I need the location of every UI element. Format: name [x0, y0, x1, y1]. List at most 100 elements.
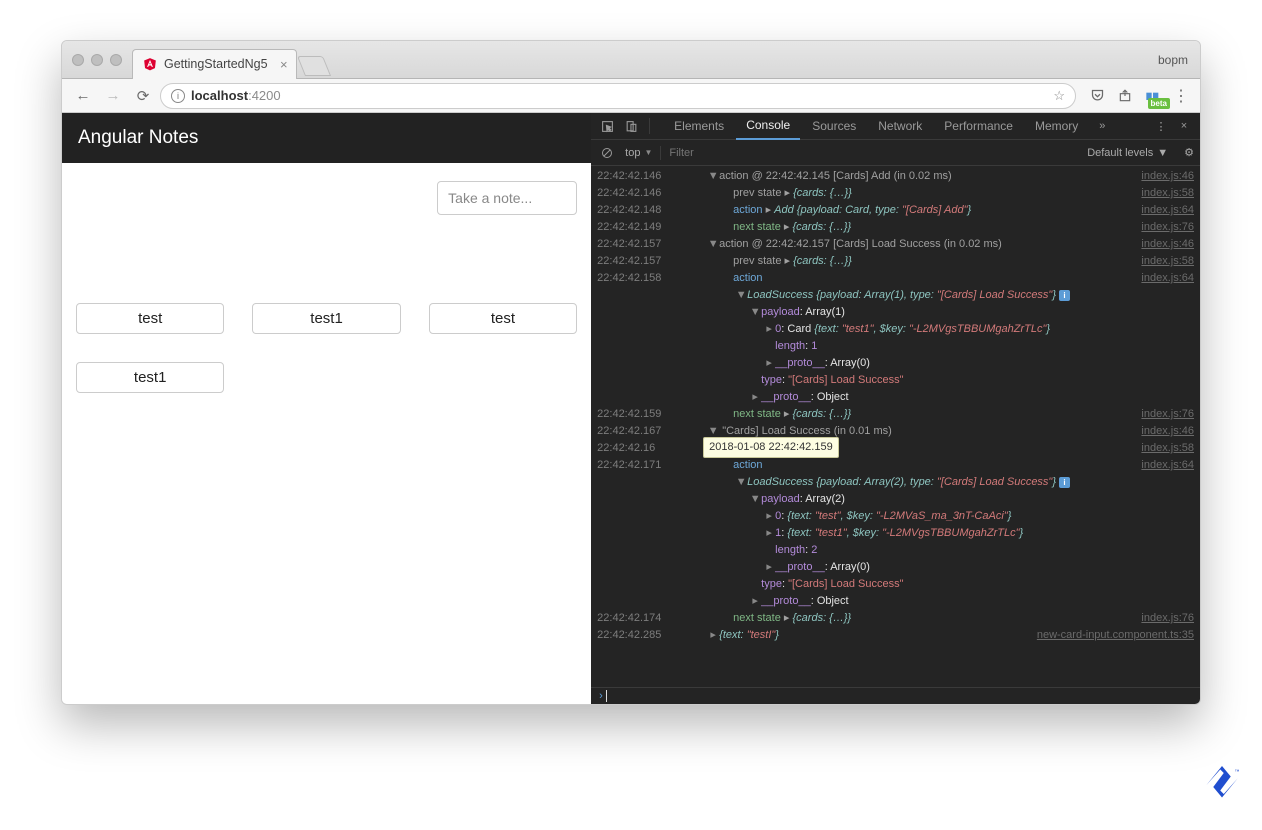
console-line[interactable]: 22:42:42.16 …}}index.js:58 [591, 440, 1200, 457]
console-line[interactable]: ▸__proto__: Object [591, 593, 1200, 610]
expand-arrow-icon[interactable]: ▼ [707, 168, 719, 185]
reload-button[interactable]: ⟳ [130, 84, 156, 108]
expand-arrow-icon[interactable]: ▸ [763, 321, 775, 338]
note-card[interactable]: test1 [252, 303, 400, 334]
more-tabs-icon[interactable]: » [1092, 116, 1112, 136]
console-line[interactable]: ▼payload: Array(1) [591, 304, 1200, 321]
devtools-tab-performance[interactable]: Performance [934, 113, 1023, 140]
console-line[interactable]: ▸0: Card {text: "test1", $key: "-L2MVgsT… [591, 321, 1200, 338]
svg-text:™: ™ [1235, 769, 1240, 775]
site-info-icon[interactable]: i [171, 89, 185, 103]
source-link[interactable]: index.js:76 [1131, 219, 1194, 236]
expand-arrow-icon[interactable]: ▼ [749, 491, 761, 508]
expand-arrow-icon[interactable]: ▼ [749, 304, 761, 321]
minimize-window-button[interactable] [91, 54, 103, 66]
console-line[interactable]: 22:42:42.167▼ "Cards] Load Success (in 0… [591, 423, 1200, 440]
devtools-menu-icon[interactable]: ⋮ [1152, 116, 1170, 136]
expand-arrow-icon[interactable]: ▼ [735, 287, 747, 304]
console-line[interactable]: ▸__proto__: Array(0) [591, 559, 1200, 576]
devtools-tab-memory[interactable]: Memory [1025, 113, 1088, 140]
source-link[interactable]: index.js:76 [1131, 406, 1194, 423]
source-link[interactable]: index.js:46 [1131, 423, 1194, 440]
console-line[interactable]: ▼LoadSuccess {payload: Array(2), type: "… [591, 474, 1200, 491]
close-window-button[interactable] [72, 54, 84, 66]
source-link[interactable]: index.js:64 [1131, 202, 1194, 219]
console-line[interactable]: 22:42:42.148action ▸ Add {payload: Card,… [591, 202, 1200, 219]
console-line[interactable]: type: "[Cards] Load Success" [591, 576, 1200, 593]
clear-console-icon[interactable] [597, 143, 617, 163]
source-link[interactable]: index.js:64 [1131, 457, 1194, 474]
forward-button[interactable]: → [100, 84, 126, 108]
console-line[interactable]: 22:42:42.146prev state ▸ {cards: {…}}ind… [591, 185, 1200, 202]
source-link[interactable]: index.js:64 [1131, 270, 1194, 287]
console-line[interactable]: 22:42:42.171actionindex.js:64 [591, 457, 1200, 474]
source-link[interactable]: new-card-input.component.ts:35 [1027, 627, 1194, 644]
console-line[interactable]: ▸__proto__: Object [591, 389, 1200, 406]
console-line[interactable]: 22:42:42.285▸{text: "testI"}new-card-inp… [591, 627, 1200, 644]
share-icon[interactable] [1114, 85, 1136, 107]
devtools-tab-elements[interactable]: Elements [664, 113, 734, 140]
expand-arrow-icon[interactable]: ▸ [749, 389, 761, 406]
source-link[interactable]: index.js:58 [1131, 253, 1194, 270]
console-line[interactable]: length: 1 [591, 338, 1200, 355]
filter-input[interactable] [669, 147, 739, 159]
inspect-icon[interactable] [597, 116, 617, 136]
menu-icon[interactable]: ⋮ [1170, 85, 1192, 107]
devtools-close-icon[interactable]: × [1174, 116, 1194, 136]
console-line[interactable]: ▼payload: Array(2) [591, 491, 1200, 508]
console-line[interactable]: ▸1: {text: "test1", $key: "-L2MVgsTBBUMg… [591, 525, 1200, 542]
extension-icon[interactable]: beta [1142, 85, 1164, 107]
source-link[interactable]: index.js:58 [1131, 185, 1194, 202]
note-card[interactable]: test1 [76, 362, 224, 393]
source-link[interactable]: index.js:58 [1131, 440, 1194, 457]
console-output[interactable]: 22:42:42.146▼action @ 22:42:42.145 [Card… [591, 166, 1200, 687]
log-levels-selector[interactable]: Default levels▼ [1087, 147, 1168, 159]
star-icon[interactable]: ☆ [1053, 88, 1065, 104]
browser-tab[interactable]: GettingStartedNg5 × [132, 49, 297, 79]
source-link[interactable]: index.js:46 [1131, 236, 1194, 253]
profile-name[interactable]: bopm [1158, 53, 1188, 67]
back-button[interactable]: ← [70, 84, 96, 108]
console-line[interactable]: 22:42:42.149next state ▸ {cards: {…}}ind… [591, 219, 1200, 236]
source-link[interactable]: index.js:76 [1131, 610, 1194, 627]
tab-close-icon[interactable]: × [280, 57, 288, 72]
note-card[interactable]: test [76, 303, 224, 334]
pocket-icon[interactable] [1086, 85, 1108, 107]
log-timestamp: 22:42:42.159 [597, 406, 699, 423]
note-card[interactable]: test [429, 303, 577, 334]
log-timestamp [597, 542, 699, 559]
source-link[interactable]: index.js:46 [1131, 168, 1194, 185]
note-input[interactable] [437, 181, 577, 215]
expand-arrow-icon[interactable]: ▼ [707, 236, 719, 253]
expand-arrow-icon[interactable]: ▼ [735, 474, 747, 491]
devtools-tab-console[interactable]: Console [736, 113, 800, 140]
expand-arrow-icon[interactable]: ▸ [763, 525, 775, 542]
maximize-window-button[interactable] [110, 54, 122, 66]
console-settings-icon[interactable]: ⚙ [1184, 146, 1194, 159]
console-line[interactable]: 22:42:42.174next state ▸ {cards: {…}}ind… [591, 610, 1200, 627]
expand-arrow-icon[interactable]: ▸ [707, 627, 719, 644]
info-badge-icon[interactable]: i [1059, 477, 1070, 488]
expand-arrow-icon[interactable]: ▸ [749, 593, 761, 610]
console-prompt[interactable]: › [591, 687, 1200, 704]
console-line[interactable]: 22:42:42.146▼action @ 22:42:42.145 [Card… [591, 168, 1200, 185]
console-line[interactable]: type: "[Cards] Load Success" [591, 372, 1200, 389]
console-line[interactable]: 22:42:42.159next state ▸ {cards: {…}}ind… [591, 406, 1200, 423]
expand-arrow-icon[interactable]: ▸ [763, 559, 775, 576]
console-line[interactable]: 22:42:42.158actionindex.js:64 [591, 270, 1200, 287]
expand-arrow-icon[interactable]: ▸ [763, 355, 775, 372]
console-line[interactable]: 22:42:42.157prev state ▸ {cards: {…}}ind… [591, 253, 1200, 270]
info-badge-icon[interactable]: i [1059, 290, 1070, 301]
console-line[interactable]: ▼LoadSuccess {payload: Array(1), type: "… [591, 287, 1200, 304]
console-line[interactable]: ▸0: {text: "test", $key: "-L2MVaS_ma_3nT… [591, 508, 1200, 525]
device-toggle-icon[interactable] [621, 116, 641, 136]
console-line[interactable]: 22:42:42.157▼action @ 22:42:42.157 [Card… [591, 236, 1200, 253]
devtools-tab-network[interactable]: Network [868, 113, 932, 140]
expand-arrow-icon[interactable]: ▸ [763, 508, 775, 525]
context-selector[interactable]: top▼ [625, 147, 652, 159]
console-line[interactable]: ▸__proto__: Array(0) [591, 355, 1200, 372]
address-bar[interactable]: i localhost:4200 ☆ [160, 83, 1076, 109]
devtools-tab-sources[interactable]: Sources [802, 113, 866, 140]
console-line[interactable]: length: 2 [591, 542, 1200, 559]
new-tab-button[interactable] [297, 56, 331, 76]
